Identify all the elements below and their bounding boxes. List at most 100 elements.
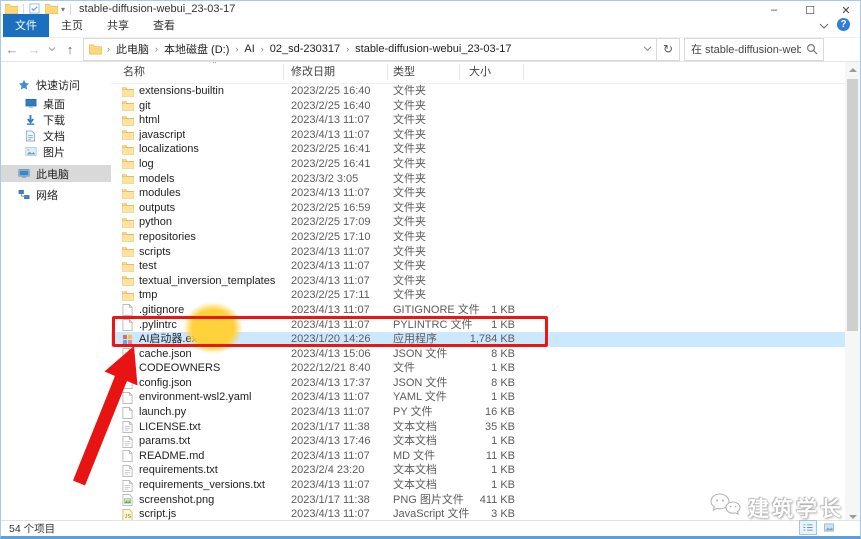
file-name: AI启动器.exe [139,333,204,346]
file-type: 应用程序 [393,333,437,346]
file-row[interactable]: textual_inversion_templates 2023/4/13 11:… [111,274,847,289]
file-row[interactable]: javascript 2023/4/13 11:07 文件夹 [111,128,847,143]
file-row[interactable]: scripts 2023/4/13 11:07 文件夹 [111,245,847,260]
ribbon-tab-view[interactable]: 查看 [141,14,187,37]
breadcrumb-segment[interactable]: stable-diffusion-webui_23-03-17 [350,43,516,55]
search-box[interactable] [684,37,824,61]
file-name: textual_inversion_templates [139,274,276,287]
ribbon-tab-home[interactable]: 主页 [49,14,95,37]
sidebar-item-desktop[interactable]: 桌面 [1,95,111,112]
file-row[interactable]: log 2023/2/25 16:41 文件夹 [111,157,847,172]
file-row[interactable]: params.txt 2023/4/13 17:46 文本文档 1 KB [111,434,847,449]
customize-toolbar-dropdown[interactable]: ▾ [61,5,65,14]
file-row[interactable]: AI启动器.exe 2023/1/20 14:26 应用程序 1,784 KB [111,332,847,347]
file-row[interactable]: test 2023/4/13 11:07 文件夹 [111,259,847,274]
file-row[interactable]: .pylintrc 2023/4/13 11:07 PYLINTRC 文件 1 KB [111,318,847,333]
file-row[interactable]: repositories 2023/2/25 17:10 文件夹 [111,230,847,245]
file-date: 2023/4/13 11:07 [291,114,370,127]
file-row[interactable]: html 2023/4/13 11:07 文件夹 [111,113,847,128]
ribbon-tab-share[interactable]: 共享 [95,14,141,37]
column-header-date[interactable]: 修改日期 [287,62,387,82]
file-size: 16 KB [485,406,515,419]
help-button[interactable]: ? [837,18,850,31]
file-name: python [139,216,173,229]
column-header-type[interactable]: 类型 [389,62,459,82]
file-date: 2023/4/13 11:07 [291,274,370,287]
file-date: 2023/4/13 11:07 [291,391,370,404]
file-row[interactable]: launch.py 2023/4/13 11:07 PY 文件 16 KB [111,405,847,420]
file-row[interactable]: LICENSE.txt 2023/1/17 11:38 文本文档 35 KB [111,420,847,435]
vertical-scrollbar[interactable] [845,62,860,525]
image-icon [122,494,134,506]
file-row[interactable]: CODEOWNERS 2022/12/21 8:40 文件 1 KB [111,361,847,376]
folder-icon [121,86,135,97]
file-row[interactable]: README.md 2023/4/13 11:07 MD 文件 11 KB [111,449,847,464]
file-row[interactable]: requirements_versions.txt 2023/4/13 11:07… [111,478,847,493]
file-row[interactable]: tmp 2023/2/25 17:11 文件夹 [111,288,847,303]
sidebar-item-documents[interactable]: 文档 [1,127,111,144]
file-date: 2023/4/13 11:07 [291,245,370,258]
sidebar-item-this-pc[interactable]: 此电脑 [1,165,111,182]
column-header-size[interactable]: 大小 [465,62,523,82]
file-size: 1 KB [491,318,515,331]
file-row[interactable]: .gitignore 2023/4/13 11:07 GITIGNORE 文件 1 K… [111,303,847,318]
navigation-bar: ← → ↑ › 此电脑 › 本地磁盘 (D:) › AI › 02_sd-230317 › sta… [1,37,860,62]
up-button[interactable]: ↑ [59,39,81,59]
sidebar-item-label: 图片 [43,146,65,159]
file-type: 文本文档 [393,435,437,448]
scrollbar-thumb[interactable] [847,79,858,331]
network-icon [18,189,31,201]
file-type: 文件夹 [393,216,426,229]
file-row[interactable]: python 2023/2/25 17:09 文件夹 [111,215,847,230]
file-row[interactable]: cache.json 2023/4/13 15:06 JSON 文件 8 KB [111,347,847,362]
file-row[interactable]: models 2023/3/2 3:05 文件夹 [111,172,847,187]
recent-locations-dropdown[interactable] [45,39,59,59]
file-type: 文件夹 [393,260,426,273]
file-row[interactable]: git 2023/2/25 16:40 文件夹 [111,99,847,114]
ribbon-tab-file[interactable]: 文件 [3,14,49,37]
file-date: 2023/1/20 14:26 [291,333,371,346]
file-row[interactable]: localizations 2023/2/25 16:41 文件夹 [111,142,847,157]
forward-button[interactable]: → [23,39,45,59]
sidebar-item-pictures[interactable]: 图片 [1,143,111,160]
file-lines-icon [122,465,134,477]
file-size [441,113,515,128]
expand-ribbon-chevron-icon[interactable] [819,21,829,29]
breadcrumb-segment[interactable]: 本地磁盘 (D:) [159,41,234,57]
file-row[interactable]: outputs 2023/2/25 16:59 文件夹 [111,201,847,216]
address-dropdown-chevron-icon[interactable] [638,43,656,55]
breadcrumb-segment[interactable]: 此电脑 [111,41,154,57]
breadcrumb-segment[interactable]: AI [239,43,259,55]
download-icon [25,114,38,126]
file-type: 文件夹 [393,187,426,200]
file-row[interactable]: requirements.txt 2023/2/4 23:20 文本文档 1 KB [111,463,847,478]
computer-icon [18,168,31,180]
file-size [441,186,515,201]
column-header-name[interactable]: 名称 [119,62,283,82]
back-button[interactable]: ← [1,39,23,59]
file-row[interactable]: extensions-builtin 2023/2/25 16:40 文件夹 [111,84,847,99]
file-name: requirements.txt [139,464,218,477]
file-row[interactable]: config.json 2023/4/13 17:37 JSON 文件 8 KB [111,376,847,391]
file-row[interactable]: modules 2023/4/13 11:07 文件夹 [111,186,847,201]
file-name: repositories [139,230,196,243]
breadcrumb-segment[interactable]: 02_sd-230317 [265,43,345,55]
file-date: 2023/2/25 16:40 [291,85,371,97]
folder-icon [121,144,135,155]
folder-icon [121,217,135,228]
file-icon [122,450,134,463]
sidebar-item-quick-access[interactable]: 快速访问 [1,76,111,93]
search-input[interactable] [685,43,801,55]
file-date: 2023/4/13 11:07 [291,128,370,141]
file-date: 2023/4/13 11:07 [291,318,370,331]
folder-icon [121,129,135,140]
address-bar[interactable]: › 此电脑 › 本地磁盘 (D:) › AI › 02_sd-230317 › stable-di… [83,37,657,61]
divider [387,64,388,80]
scroll-up-arrow-icon[interactable] [845,62,860,77]
file-size: 1 KB [491,303,515,316]
file-size [441,84,515,99]
refresh-button[interactable]: ↻ [657,37,680,61]
file-row[interactable]: environment-wsl2.yaml 2023/4/13 11:07 YAML… [111,390,847,405]
sidebar-item-downloads[interactable]: 下载 [1,111,111,128]
sidebar-item-network[interactable]: 网络 [1,186,111,203]
